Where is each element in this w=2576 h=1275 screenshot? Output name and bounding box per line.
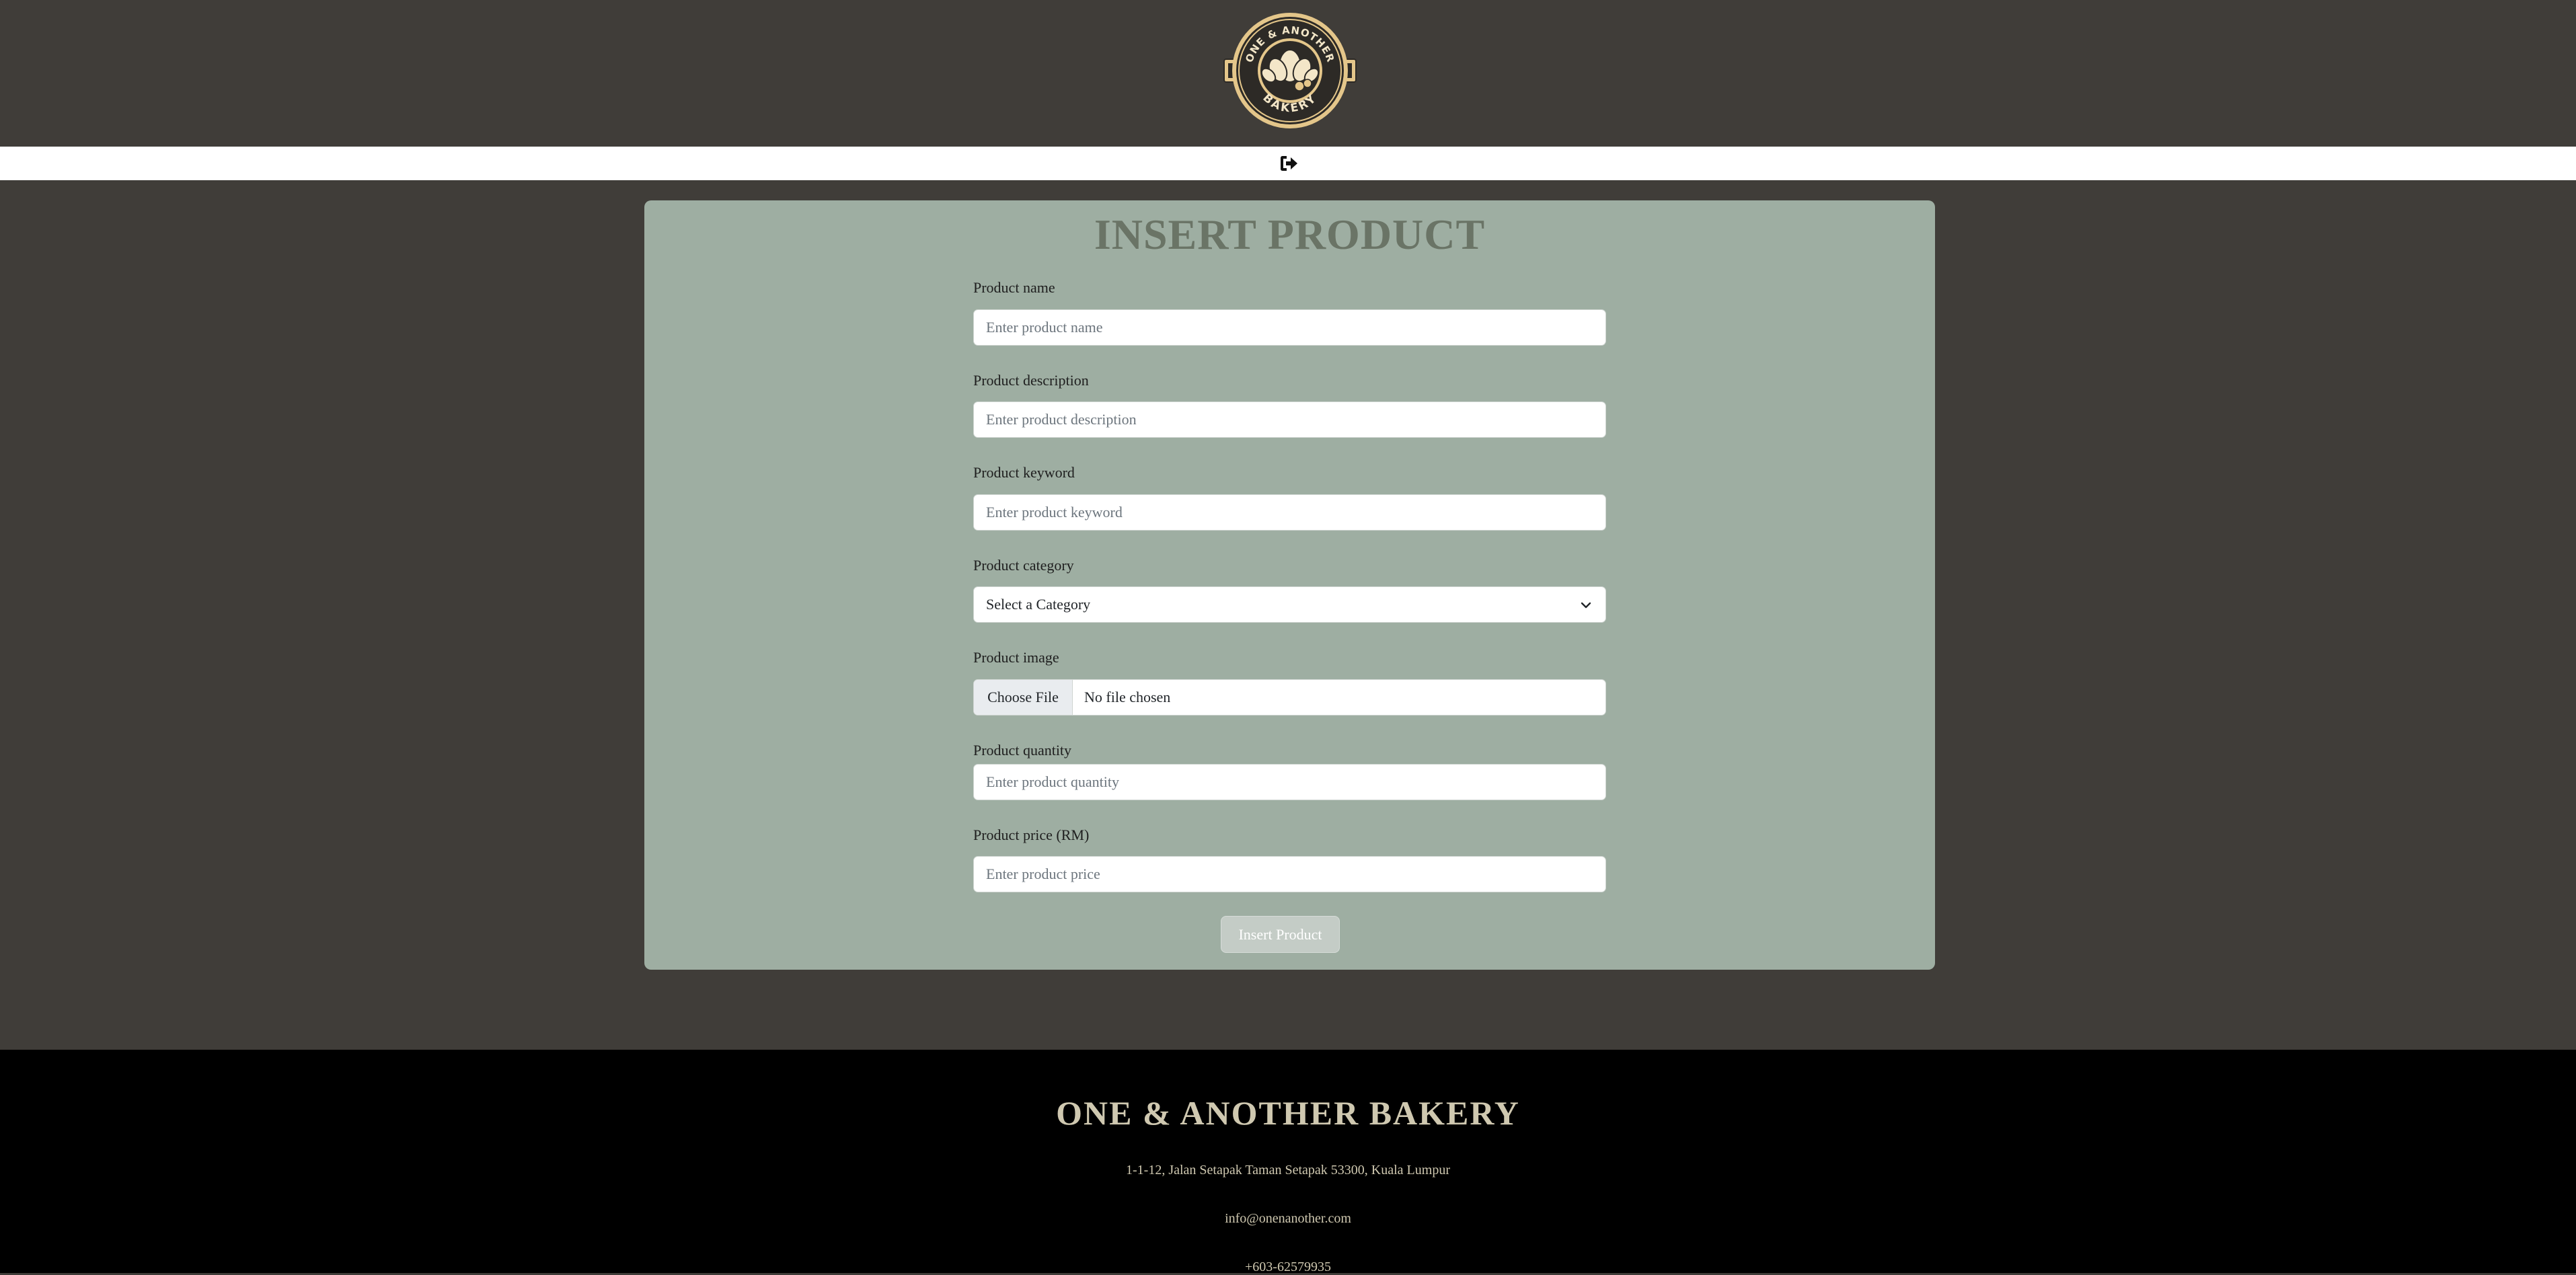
chevron-down-icon [1580, 599, 1592, 611]
product-keyword-input[interactable] [973, 494, 1606, 531]
file-status-text: No file chosen [1084, 689, 1171, 705]
bakery-logo-icon[interactable]: ONE & ANOTHER BAKERY [1223, 11, 1357, 130]
product-image-label: Product image [973, 649, 1059, 666]
product-image-file-input[interactable]: Choose File No file chosen [973, 679, 1606, 716]
site-header: ONE & ANOTHER BAKERY [0, 0, 2576, 147]
product-category-select[interactable]: Select a Category [973, 586, 1606, 623]
product-price-input[interactable] [973, 856, 1606, 892]
footer-address: 1-1-12, Jalan Setapak Taman Setapak 5330… [1126, 1163, 1450, 1177]
product-keyword-label: Product keyword [973, 464, 1075, 481]
insert-product-form: Product name Product description Product… [973, 200, 1606, 970]
footer-brand: ONE & ANOTHER BAKERY [1056, 1094, 1520, 1132]
product-category-label: Product category [973, 557, 1074, 574]
product-quantity-label: Product quantity [973, 742, 1072, 759]
footer-email[interactable]: info@onenanother.com [0, 1211, 2576, 1227]
category-selected-value: Select a Category [986, 596, 1091, 613]
product-quantity-input[interactable] [973, 764, 1606, 800]
insert-product-card: INSERT PRODUCT Product name Product desc… [644, 200, 1935, 970]
product-name-input[interactable] [973, 309, 1606, 346]
insert-product-button[interactable]: Insert Product [1221, 916, 1340, 953]
product-name-label: Product name [973, 279, 1055, 296]
product-description-label: Product description [973, 372, 1089, 389]
site-footer: ONE & ANOTHER BAKERY 1-1-12, Jalan Setap… [0, 1050, 2576, 1274]
product-price-label: Product price (RM) [973, 826, 1090, 843]
nav-bar [0, 147, 2576, 180]
logout-icon[interactable] [1279, 155, 1298, 172]
choose-file-button[interactable]: Choose File [974, 680, 1073, 715]
product-description-input[interactable] [973, 401, 1606, 438]
